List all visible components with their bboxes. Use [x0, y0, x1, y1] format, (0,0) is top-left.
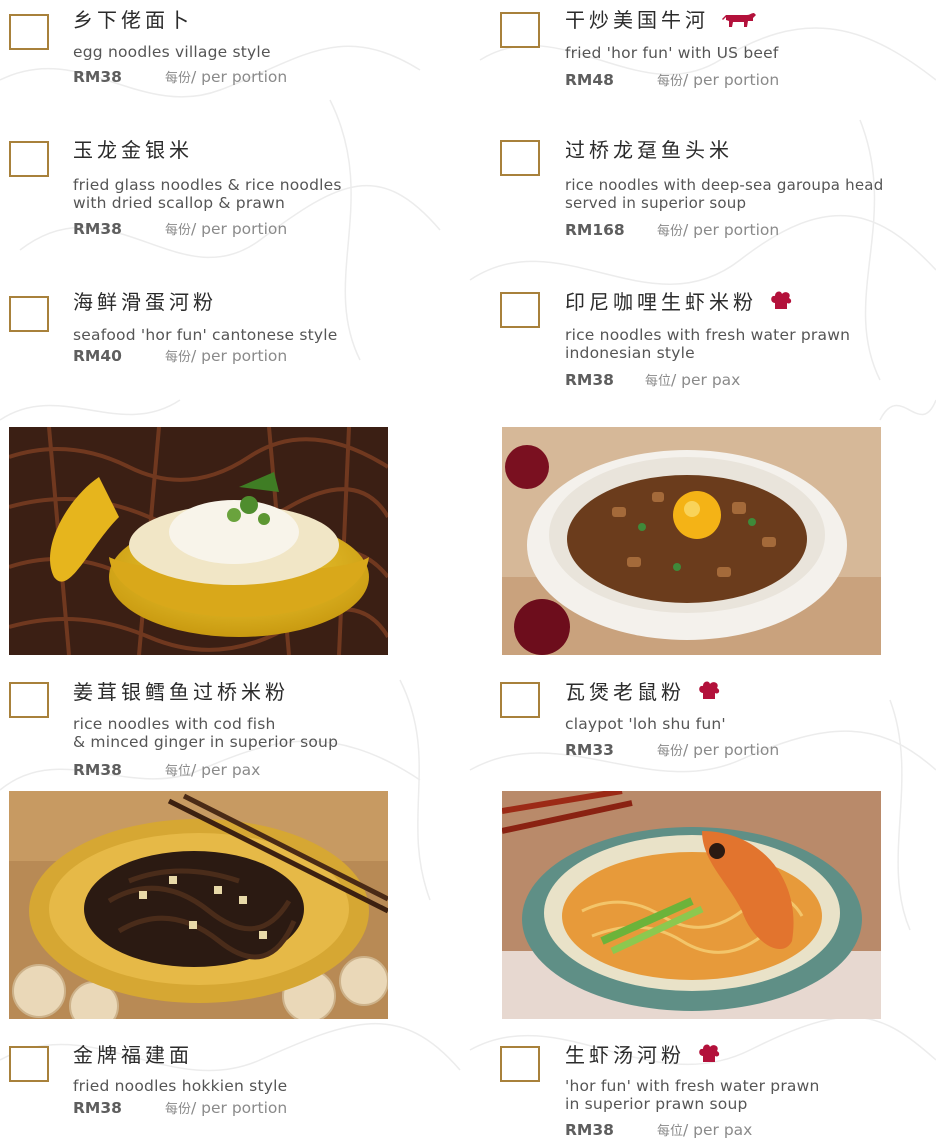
unit-en: / per portion — [191, 220, 288, 238]
unit-cn: 每份 — [165, 350, 192, 365]
dish-name-cn: 乡下佬面卜 — [73, 8, 193, 32]
dish-name-row: 印尼咖哩生虾米粉 — [565, 290, 793, 317]
select-checkbox[interactable] — [500, 292, 540, 328]
dish-name-en: rice noodles with fresh water prawn indo… — [565, 326, 851, 362]
price-row: RM38 每位/ per pax — [73, 760, 260, 782]
dish-name-cn: 金牌福建面 — [73, 1043, 193, 1067]
dish-name-cn: 姜茸银鳕鱼过桥米粉 — [73, 680, 289, 704]
dish-name-cn: 瓦煲老鼠粉 — [565, 680, 685, 704]
chef-hat-icon — [769, 290, 793, 317]
unit-cn: 每份 — [657, 74, 684, 89]
dish-name-cn: 干炒美国牛河 — [565, 8, 709, 32]
price: RM38 — [565, 1121, 614, 1139]
price-row: RM38 每份/ per portion — [73, 219, 287, 241]
unit-en: / per portion — [683, 221, 780, 239]
price: RM48 — [565, 71, 614, 89]
unit-en: / per portion — [683, 71, 780, 89]
unit-en: / per pax — [191, 761, 261, 779]
unit-en: / per pax — [683, 1121, 753, 1139]
dish-photo-cod-fish-noodles — [9, 427, 388, 655]
select-checkbox[interactable] — [9, 1046, 49, 1082]
price: RM38 — [565, 371, 614, 389]
cow-icon — [721, 9, 757, 34]
select-checkbox[interactable] — [500, 140, 540, 176]
select-checkbox[interactable] — [500, 1046, 540, 1082]
unit-cn: 每位 — [645, 374, 672, 389]
price: RM38 — [73, 68, 122, 86]
select-checkbox[interactable] — [500, 12, 540, 48]
unit-en: / per pax — [671, 371, 741, 389]
dish-name-en: claypot 'loh shu fun' — [565, 715, 726, 733]
price-row: RM38 每份/ per portion — [73, 1098, 287, 1120]
dish-name-en: fried 'hor fun' with US beef — [565, 44, 779, 62]
dish-name-row: 瓦煲老鼠粉 — [565, 680, 721, 707]
price-row: RM33 每份/ per portion — [565, 740, 779, 762]
select-checkbox[interactable] — [9, 141, 49, 177]
select-checkbox[interactable] — [9, 296, 49, 332]
dish-name-cn: 生虾汤河粉 — [565, 1043, 685, 1067]
dish-name-en: rice noodles with cod fish & minced ging… — [73, 715, 339, 751]
unit-cn: 每份 — [165, 71, 192, 86]
chef-hat-icon — [697, 1043, 721, 1070]
dish-photo-claypot-noodles — [502, 427, 881, 655]
price: RM38 — [73, 761, 122, 779]
dish-name-cn: 印尼咖哩生虾米粉 — [565, 290, 757, 314]
price-row: RM38 每位/ per pax — [565, 370, 740, 392]
dish-name-en: fried glass noodles & rice noodles with … — [73, 176, 342, 212]
dish-name-row: 生虾汤河粉 — [565, 1043, 721, 1070]
price: RM40 — [73, 347, 122, 365]
unit-cn: 每份 — [657, 744, 684, 759]
price-row: RM40 每份/ per portion — [73, 346, 287, 368]
price-row: RM48 每份/ per portion — [565, 70, 779, 92]
dish-name-en: rice noodles with deep-sea garoupa head … — [565, 176, 884, 212]
dish-name-cn: 海鲜滑蛋河粉 — [73, 290, 217, 314]
unit-en: / per portion — [191, 1099, 288, 1117]
price: RM168 — [565, 221, 625, 239]
unit-cn: 每位 — [657, 1124, 684, 1139]
price-row: RM38 每份/ per portion — [73, 67, 287, 89]
price: RM38 — [73, 220, 122, 238]
chef-hat-icon — [697, 680, 721, 707]
dish-name-en: 'hor fun' with fresh water prawn in supe… — [565, 1077, 820, 1113]
unit-en: / per portion — [191, 347, 288, 365]
dish-photo-hokkien-noodles — [9, 791, 388, 1019]
unit-cn: 每份 — [657, 224, 684, 239]
price-row: RM38 每位/ per pax — [565, 1120, 752, 1142]
unit-en: / per portion — [683, 741, 780, 759]
dish-name-cn: 玉龙金银米 — [73, 138, 193, 162]
unit-cn: 每份 — [165, 1102, 192, 1117]
unit-en: / per portion — [191, 68, 288, 86]
dish-name-en: egg noodles village style — [73, 43, 271, 61]
dish-name-row: 干炒美国牛河 — [565, 8, 757, 34]
dish-photo-prawn-soup — [502, 791, 881, 1019]
price: RM33 — [565, 741, 614, 759]
dish-name-en: fried noodles hokkien style — [73, 1077, 288, 1095]
dish-name-en: seafood 'hor fun' cantonese style — [73, 326, 338, 344]
select-checkbox[interactable] — [9, 682, 49, 718]
dish-name-cn: 过桥龙趸鱼头米 — [565, 138, 733, 162]
unit-cn: 每份 — [165, 223, 192, 238]
select-checkbox[interactable] — [9, 14, 49, 50]
price: RM38 — [73, 1099, 122, 1117]
unit-cn: 每位 — [165, 764, 192, 779]
price-row: RM168 每份/ per portion — [565, 220, 779, 242]
select-checkbox[interactable] — [500, 682, 540, 718]
